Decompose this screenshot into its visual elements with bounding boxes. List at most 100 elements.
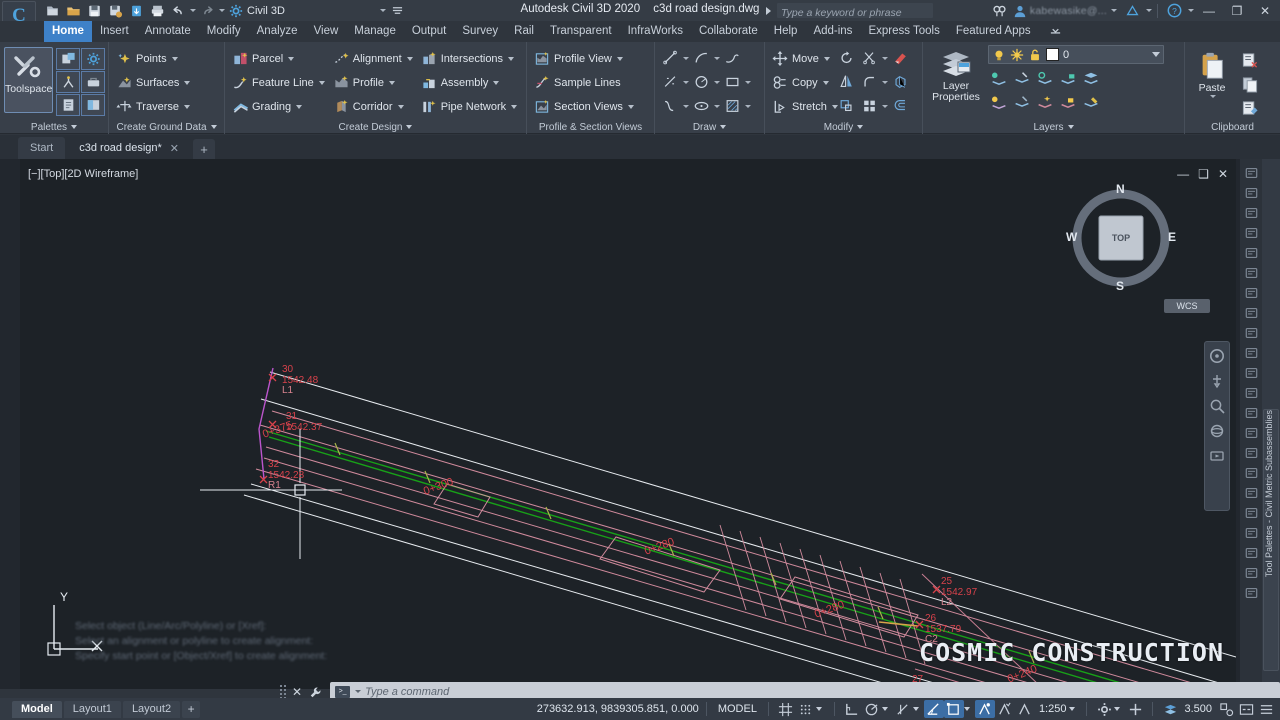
annotation-scale-selector[interactable]: 1:250 [1035, 700, 1080, 718]
redo-dropdown-caret-icon[interactable] [219, 9, 225, 12]
hardware-acceleration-icon[interactable] [1125, 700, 1145, 718]
markup-icon[interactable] [1241, 243, 1261, 262]
dropdown-caret-icon[interactable] [627, 104, 634, 109]
steering-wheel-icon[interactable] [1209, 348, 1225, 364]
account-caret-icon[interactable] [1111, 9, 1117, 12]
prospector-icon[interactable] [81, 94, 106, 116]
settings-gear-icon[interactable] [81, 48, 106, 70]
station-label[interactable]: 0+280 [643, 536, 676, 558]
light-icon[interactable] [1241, 503, 1261, 522]
dropdown-caret-icon[interactable] [493, 80, 500, 85]
osnap-tracking-toggle[interactable] [923, 700, 944, 718]
dock-tab-tool-palettes[interactable]: Tool Palettes - Civil Metric Subassembli… [1263, 409, 1279, 671]
quick-calc-icon[interactable] [1241, 263, 1261, 282]
dropdown-caret-icon[interactable] [406, 56, 413, 61]
camera-icon[interactable] [1241, 483, 1261, 502]
workspace-caret-icon[interactable] [380, 9, 386, 12]
design-center-icon[interactable] [1241, 323, 1261, 342]
close-button[interactable]: ✕ [1252, 0, 1278, 21]
ribbon-tab-help[interactable]: Help [766, 21, 806, 42]
drawing-canvas-area[interactable]: [−][Top][2D Wireframe] — ❑ ✕ 30 1542.48 … [0, 159, 1280, 689]
grid-display-toggle[interactable] [776, 700, 796, 718]
ellipse-icon[interactable] [690, 95, 712, 117]
search-input[interactable]: Type a keyword or phrase [777, 3, 933, 19]
new-document-tab-button[interactable]: + [193, 139, 216, 159]
arc-icon[interactable] [690, 47, 712, 69]
document-tab-start[interactable]: Start [18, 137, 66, 159]
ribbon-item-intersections[interactable]: Intersections [418, 47, 520, 70]
qat-overflow-icon[interactable] [387, 1, 407, 20]
erase-icon[interactable] [889, 47, 911, 69]
workspace-caret-status-icon[interactable] [1114, 707, 1121, 711]
toolbox-icon[interactable] [81, 71, 106, 93]
ducs-caret-icon[interactable] [963, 707, 970, 711]
viewport-minimize[interactable]: — [1177, 167, 1189, 181]
scale-icon[interactable] [835, 95, 857, 117]
dropdown-caret-icon[interactable] [296, 104, 303, 109]
dropdown-caret-icon[interactable] [318, 80, 325, 85]
dropdown-caret-icon[interactable] [388, 80, 395, 85]
viewcube-east-label[interactable]: E [1168, 230, 1176, 244]
line-caret-icon[interactable] [683, 56, 689, 60]
dropdown-caret-icon[interactable] [288, 56, 295, 61]
properties-icon[interactable] [1241, 183, 1261, 202]
panorama-icon[interactable] [56, 48, 81, 70]
wcs-selector[interactable]: WCS [1164, 299, 1210, 313]
dropdown-caret-icon[interactable] [616, 56, 623, 61]
ribbon-item-profile-view[interactable]: Profile View [531, 47, 637, 70]
osnap-caret-icon[interactable] [912, 707, 919, 711]
layer-lock-icon[interactable] [1034, 67, 1056, 89]
layer-color-swatch[interactable] [1046, 48, 1059, 61]
layer-properties-button[interactable]: Layer Properties [927, 45, 985, 103]
annotation-monitor-toggle[interactable] [1015, 700, 1035, 718]
restore-button[interactable]: ❐ [1224, 0, 1250, 21]
divide-caret-icon[interactable] [683, 80, 689, 84]
showmotion-icon[interactable] [1209, 448, 1225, 464]
align-icon[interactable] [1241, 403, 1261, 422]
document-tab-c3d-road-design-[interactable]: c3d road design* ✕ [67, 137, 192, 159]
layer-lock-icon[interactable] [1028, 48, 1042, 62]
material-icon[interactable] [1241, 443, 1261, 462]
ellipse-caret-icon[interactable] [714, 104, 720, 108]
dropdown-caret-icon[interactable] [823, 56, 830, 61]
point-cloud-icon[interactable] [1241, 563, 1261, 582]
minimize-button[interactable]: — [1196, 0, 1222, 21]
viewcube-south-label[interactable]: S [1116, 279, 1124, 293]
help-icon[interactable]: ? [1163, 1, 1185, 20]
layout-tab-model[interactable]: Model [12, 700, 62, 718]
ribbon-item-feature-line[interactable]: Feature Line [229, 71, 328, 94]
add-layout-button[interactable]: + [182, 700, 201, 718]
account-menu[interactable]: kabewasike@... [1013, 4, 1119, 18]
layer-freeze-icon[interactable] [1010, 48, 1024, 62]
ribbon-tab-express-tools[interactable]: Express Tools [860, 21, 947, 42]
model-space-button[interactable]: MODEL [714, 700, 761, 718]
ribbon-item-alignment[interactable]: Alignment [330, 47, 416, 70]
layer-combo-caret-icon[interactable] [1152, 52, 1160, 57]
copy-clip-icon[interactable] [1239, 73, 1261, 95]
workspace-switch-icon[interactable] [1094, 700, 1114, 718]
sun-icon[interactable] [1241, 523, 1261, 542]
ribbon-item-stretch[interactable]: Stretch [769, 95, 838, 118]
arc-caret-icon[interactable] [714, 56, 720, 60]
viewport-restore[interactable]: ❑ [1198, 167, 1209, 181]
mirror-icon[interactable] [835, 71, 857, 93]
viewcube-west-label[interactable]: W [1066, 230, 1077, 244]
search-expand-icon[interactable] [766, 6, 771, 15]
ortho-mode-toggle[interactable] [842, 700, 862, 718]
layer-merge-icon[interactable] [1034, 91, 1056, 113]
layer-freeze-icon[interactable] [1011, 67, 1033, 89]
print-icon[interactable] [147, 1, 167, 20]
help-caret-icon[interactable] [1188, 9, 1194, 12]
layer-isolate-icon[interactable] [1057, 67, 1079, 89]
annotation-visibility-toggle[interactable] [974, 700, 995, 718]
spline-icon[interactable] [659, 95, 681, 117]
hatch-icon[interactable] [721, 95, 743, 117]
customization-icon[interactable] [1256, 700, 1276, 718]
ribbon-tab-transparent[interactable]: Transparent [542, 21, 620, 42]
search-icon[interactable] [989, 1, 1011, 20]
current-layer-combo[interactable]: 0 [988, 45, 1164, 64]
dropdown-caret-icon[interactable] [511, 104, 518, 109]
dropdown-caret-icon[interactable] [171, 56, 178, 61]
viewport-close[interactable]: ✕ [1218, 167, 1228, 181]
dbconnect-icon[interactable] [1241, 223, 1261, 242]
